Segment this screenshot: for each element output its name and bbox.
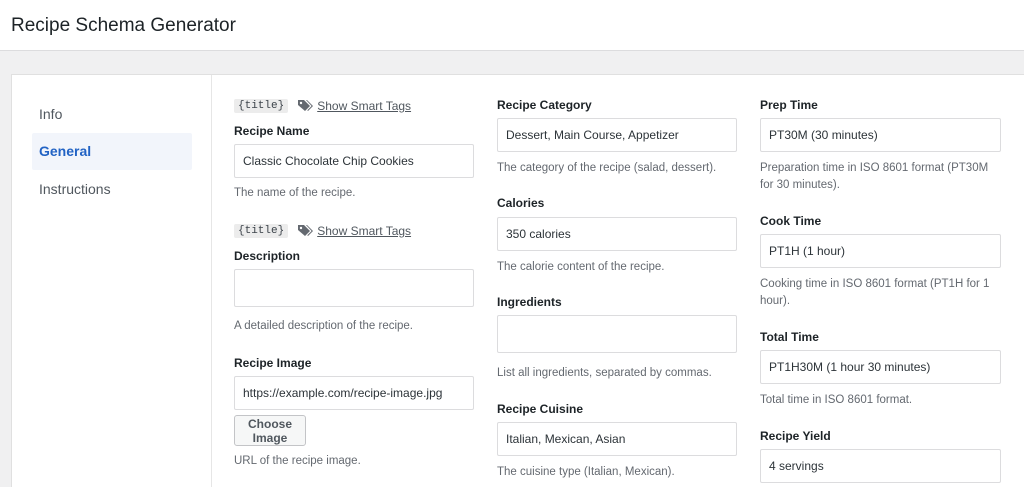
recipe-category-label: Recipe Category	[497, 98, 592, 112]
sidebar-item-general[interactable]: General	[32, 133, 192, 170]
show-smart-tags-link[interactable]: Show Smart Tags	[317, 224, 411, 238]
recipe-name-help: The name of the recipe.	[234, 187, 356, 199]
choose-image-button[interactable]: Choose Image	[234, 415, 307, 446]
settings-panel: Info General Instructions {title} Show S…	[11, 74, 1024, 487]
recipe-cuisine-input[interactable]	[497, 422, 737, 456]
recipe-image-label: Recipe Image	[234, 356, 312, 370]
sidebar-item-info[interactable]: Info	[32, 96, 192, 133]
calories-input[interactable]	[497, 217, 737, 251]
recipe-cuisine-label: Recipe Cuisine	[497, 402, 584, 416]
title-smart-tag: {title}	[234, 224, 289, 238]
total-time-label: Total Time	[760, 330, 819, 344]
prep-time-input[interactable]	[760, 118, 1001, 152]
top-header: Recipe Schema Generator	[0, 0, 1024, 51]
ingredients-help: List all ingredients, separated by comma…	[497, 367, 712, 379]
sidebar-item-instructions[interactable]: Instructions	[32, 171, 192, 208]
recipe-yield-input[interactable]	[760, 449, 1001, 483]
calories-help: The calorie content of the recipe.	[497, 261, 665, 273]
sidebar-nav: Info General Instructions	[12, 75, 212, 487]
recipe-name-input[interactable]	[234, 144, 474, 178]
cook-time-help: Cooking time in ISO 8601 format (PT1H fo…	[760, 278, 990, 307]
page-title: Recipe Schema Generator	[11, 15, 236, 36]
smart-tags-row: {title} Show Smart Tags	[234, 223, 411, 239]
recipe-cuisine-help: The cuisine type (Italian, Mexican).	[497, 466, 675, 478]
recipe-image-help: URL of the recipe image.	[234, 455, 361, 467]
recipe-name-label: Recipe Name	[234, 124, 310, 138]
description-input[interactable]	[234, 269, 474, 307]
recipe-category-input[interactable]	[497, 118, 737, 152]
cook-time-label: Cook Time	[760, 214, 822, 228]
prep-time-label: Prep Time	[760, 98, 818, 112]
recipe-category-help: The category of the recipe (salad, desse…	[497, 162, 717, 174]
calories-label: Calories	[497, 196, 545, 210]
recipe-image-input[interactable]	[234, 376, 474, 410]
smart-tags-row: {title} Show Smart Tags	[234, 98, 411, 114]
description-label: Description	[234, 249, 301, 263]
show-smart-tags-link[interactable]: Show Smart Tags	[317, 99, 411, 113]
prep-time-help: Preparation time in ISO 8601 format (PT3…	[760, 162, 989, 191]
ingredients-input[interactable]	[497, 315, 737, 353]
recipe-yield-label: Recipe Yield	[760, 429, 831, 443]
total-time-help: Total time in ISO 8601 format.	[760, 394, 913, 406]
tags-icon	[298, 225, 314, 236]
description-help: A detailed description of the recipe.	[234, 320, 414, 332]
cook-time-input[interactable]	[760, 234, 1001, 268]
ingredients-label: Ingredients	[497, 295, 562, 309]
total-time-input[interactable]	[760, 350, 1001, 384]
title-smart-tag: {title}	[234, 99, 289, 113]
tags-icon	[298, 100, 314, 111]
